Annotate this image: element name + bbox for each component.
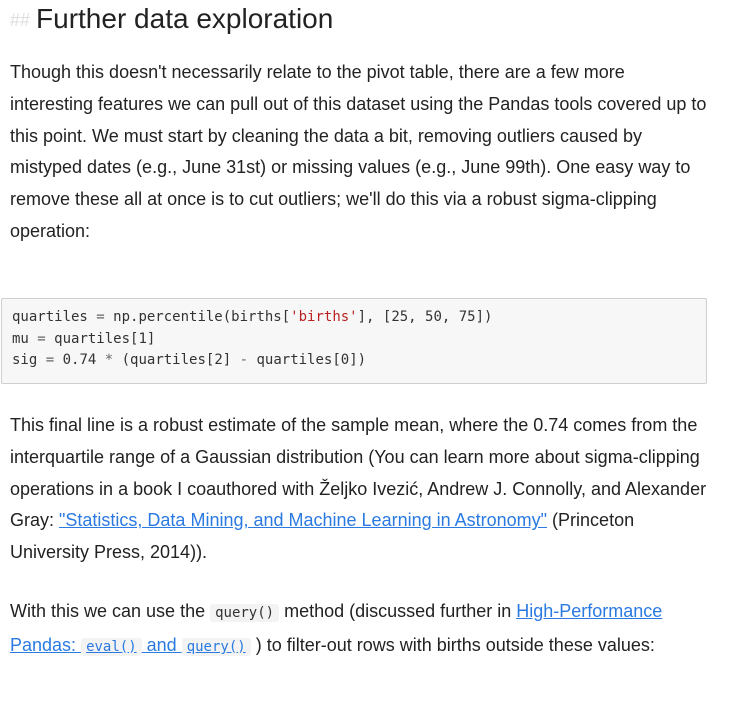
query-inline-code: query(): [210, 604, 280, 622]
section-heading: ## Further data exploration: [10, 2, 333, 37]
intro-paragraph: Though this doesn't necessarily relate t…: [10, 62, 707, 241]
notebook-page: ## Further data exploration Though this d…: [0, 0, 735, 704]
code-line-2: mu = quartiles[1]: [12, 330, 156, 347]
code-line-1: quartiles = np.percentile(births['births…: [12, 309, 493, 325]
query-link-inline-code: query(): [181, 637, 251, 656]
astronomy-book-link[interactable]: "Statistics, Data Mining, and Machine Le…: [59, 510, 547, 530]
explanation-paragraph: This final line is a robust estimate of …: [10, 415, 707, 563]
heading-hashes: ##: [10, 10, 31, 30]
query-paragraph: With this we can use the query() method …: [10, 601, 663, 656]
code-line-3: sig = 0.74 * (quartiles[2] - quartiles[0…: [12, 352, 367, 368]
heading-title: Further data exploration: [36, 3, 334, 34]
eval-inline-code: eval(): [81, 637, 142, 656]
code-cell[interactable]: quartiles = np.percentile(births['births…: [1, 298, 707, 384]
code-string-literal: 'births': [290, 309, 358, 325]
